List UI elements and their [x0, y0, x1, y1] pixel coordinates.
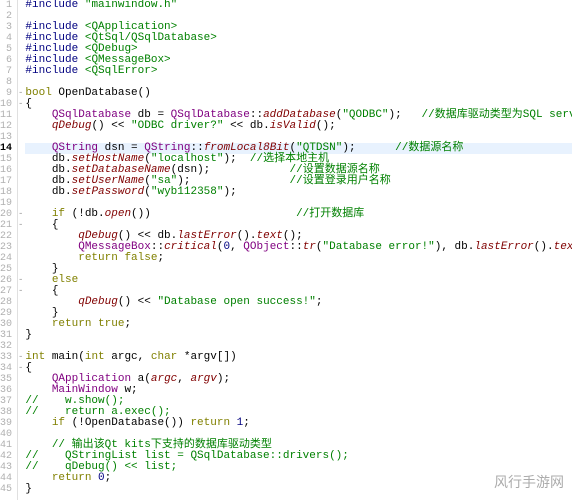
- code-line[interactable]: qDebug() << "ODBC driver?" << db.isValid…: [25, 121, 572, 132]
- code-line[interactable]: return true;: [25, 319, 572, 330]
- code-line[interactable]: #include "mainwindow.h": [25, 0, 572, 11]
- line-number: 19: [0, 198, 12, 209]
- code-line[interactable]: return false;: [25, 253, 572, 264]
- code-line[interactable]: db.setPassword("wyb112358");: [25, 187, 572, 198]
- line-number: 1: [0, 0, 12, 11]
- line-number: 37: [0, 396, 12, 407]
- line-number: 21: [0, 220, 12, 231]
- line-number: 28: [0, 297, 12, 308]
- line-number: 16: [0, 165, 12, 176]
- line-number: 31: [0, 330, 12, 341]
- line-number: 6: [0, 55, 12, 66]
- line-number: 23: [0, 242, 12, 253]
- code-line[interactable]: #include <QSqlError>: [25, 66, 572, 77]
- line-number: 2: [0, 11, 12, 22]
- line-number: 14: [0, 143, 12, 154]
- line-number: 38: [0, 407, 12, 418]
- line-number: 32: [0, 341, 12, 352]
- line-number: 15: [0, 154, 12, 165]
- line-number: 4: [0, 33, 12, 44]
- line-number: 3: [0, 22, 12, 33]
- line-number: 22: [0, 231, 12, 242]
- watermark-text: 风行手游网: [494, 472, 564, 492]
- code-line[interactable]: if (!OpenDatabase()) return 1;: [25, 418, 572, 429]
- code-line[interactable]: bool OpenDatabase(): [25, 88, 572, 99]
- line-number: 39: [0, 418, 12, 429]
- line-number: 26: [0, 275, 12, 286]
- line-number: 27: [0, 286, 12, 297]
- line-number: 40: [0, 429, 12, 440]
- line-number: 17: [0, 176, 12, 187]
- line-number: 33: [0, 352, 12, 363]
- line-number: 30: [0, 319, 12, 330]
- line-number: 8: [0, 77, 12, 88]
- code-editor[interactable]: 1234567891011121314151617181920212223242…: [0, 0, 572, 500]
- code-line[interactable]: }: [25, 484, 572, 495]
- line-number-gutter: 1234567891011121314151617181920212223242…: [0, 0, 18, 500]
- line-number: 44: [0, 473, 12, 484]
- line-number: 36: [0, 385, 12, 396]
- code-line[interactable]: return 0;: [25, 473, 572, 484]
- line-number: 7: [0, 66, 12, 77]
- line-number: 25: [0, 264, 12, 275]
- line-number: 18: [0, 187, 12, 198]
- line-number: 9: [0, 88, 12, 99]
- line-number: 43: [0, 462, 12, 473]
- line-number: 41: [0, 440, 12, 451]
- code-line[interactable]: if (!db.open()) //打开数据库: [25, 209, 572, 220]
- code-line[interactable]: else: [25, 275, 572, 286]
- line-number: 12: [0, 121, 12, 132]
- code-line[interactable]: }: [25, 330, 572, 341]
- line-number: 20: [0, 209, 12, 220]
- line-number: 10: [0, 99, 12, 110]
- line-number: 24: [0, 253, 12, 264]
- code-line[interactable]: qDebug() << "Database open success!";: [25, 297, 572, 308]
- line-number: 13: [0, 132, 12, 143]
- code-line[interactable]: }: [25, 264, 572, 275]
- line-number: 35: [0, 374, 12, 385]
- line-number: 5: [0, 44, 12, 55]
- code-line[interactable]: int main(int argc, char *argv[]): [25, 352, 572, 363]
- line-number: 29: [0, 308, 12, 319]
- line-number: 45: [0, 484, 12, 495]
- code-area[interactable]: #include "mainwindow.h" #include <QAppli…: [23, 0, 572, 500]
- line-number: 42: [0, 451, 12, 462]
- line-number: 11: [0, 110, 12, 121]
- line-number: 34: [0, 363, 12, 374]
